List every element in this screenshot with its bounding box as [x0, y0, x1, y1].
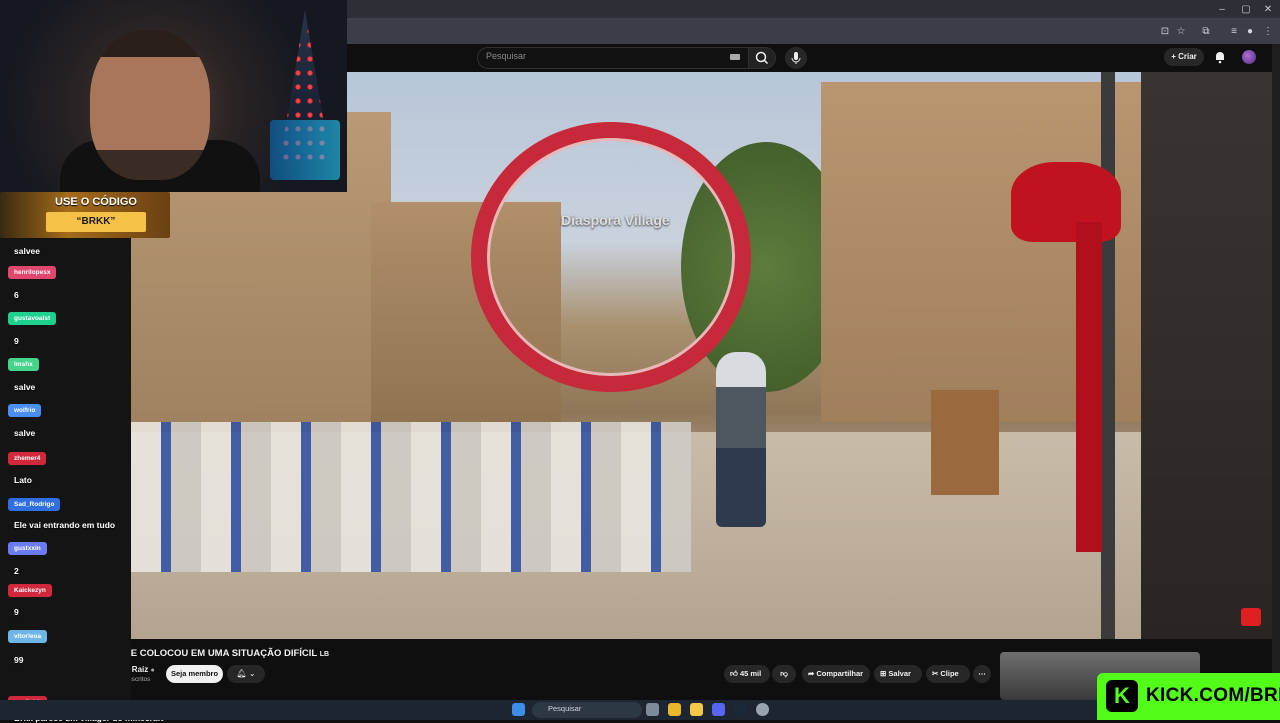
join-button[interactable]: Seja membro [166, 665, 223, 683]
chat-message: salve [14, 428, 36, 438]
page-scrollbar[interactable] [1272, 44, 1280, 700]
account-avatar[interactable] [1242, 50, 1256, 64]
dislike-button[interactable]: 👎︎ [772, 665, 796, 683]
create-label: Criar [1178, 52, 1197, 61]
chat-message: Lato [14, 475, 32, 485]
bookmark-star-icon[interactable]: ☆ [1175, 26, 1187, 38]
address-bar[interactable] [347, 20, 1280, 44]
voice-search-button[interactable] [785, 47, 807, 69]
video-side-panel [1141, 72, 1272, 639]
video-scene-ribbon [1076, 222, 1102, 552]
chat-message: 99 [14, 655, 24, 665]
chat-username[interactable]: gustavoalst [8, 312, 57, 325]
video-scene-wheel [471, 122, 751, 392]
profile-icon[interactable]: ● [1244, 26, 1256, 38]
chat-username[interactable]: Kaickezyn [8, 584, 52, 597]
subscribed-button[interactable]: 🔔︎ ⌄ [227, 665, 265, 683]
webcam-face [90, 30, 210, 180]
chat-message: 6 [14, 290, 19, 300]
chat-message: Ele vai entrando em tudo [14, 520, 116, 530]
keyboard-icon[interactable] [730, 54, 740, 60]
kick-logo-icon: K [1106, 680, 1138, 712]
chat-username[interactable]: vitorleoa [8, 630, 48, 643]
youtube-watermark-icon [1241, 608, 1261, 626]
webcam-light [270, 120, 340, 180]
chat-message: 2 [14, 566, 19, 576]
windows-start-icon[interactable] [512, 703, 525, 716]
share-button[interactable]: ➦ Compartilhar [802, 665, 870, 683]
promo-code: “BRKK” [76, 216, 116, 227]
obs-icon[interactable] [756, 703, 769, 716]
search-icon [755, 51, 769, 65]
chat-username[interactable]: henrilopesx [8, 266, 57, 279]
share-label: Compartilhar [816, 669, 864, 678]
chat-username[interactable]: zhemer4 [8, 452, 47, 465]
clip-button[interactable]: ✂ Clipe [926, 665, 970, 683]
task-view-icon[interactable] [646, 703, 659, 716]
taskbar-search-label: Pesquisar [548, 704, 582, 713]
scissors-icon: ✂ [932, 669, 939, 678]
create-button[interactable]: + Criar [1164, 48, 1204, 66]
promo-line: USE O CÓDIGO [55, 196, 137, 208]
video-scene-planter [931, 390, 999, 495]
menu-kebab-icon[interactable]: ⋮ [1262, 26, 1274, 38]
video-title-suffix: LB [319, 651, 330, 658]
more-actions-button[interactable]: ⋯ [973, 665, 991, 683]
clip-label: Clipe [940, 669, 959, 678]
chat-username[interactable]: wolfrio [8, 404, 42, 417]
chat-message: 9 [14, 336, 19, 346]
chat-username[interactable]: lmshx [8, 358, 39, 371]
bell-icon [1216, 52, 1224, 64]
chat-message: salve [14, 382, 36, 392]
video-scene-lamp [1101, 72, 1115, 639]
save-button[interactable]: ⊞ Salvar [874, 665, 922, 683]
chrome-icon[interactable] [668, 703, 681, 716]
chat-message: 9 [14, 607, 19, 617]
verified-icon: ● [150, 667, 155, 674]
kick-url: KICK.COM/BRKK [1146, 685, 1280, 706]
discord-icon[interactable] [712, 703, 725, 716]
more-icon: ⋯ [978, 669, 986, 678]
media-icon[interactable]: ≡ [1228, 26, 1240, 38]
video-scene-sign: Diaspora Village [561, 212, 670, 228]
like-count: 45 mil [739, 669, 762, 678]
notifications-button[interactable] [1213, 50, 1227, 64]
file-explorer-icon[interactable] [690, 703, 703, 716]
bookmark-icon: ⊞ [880, 669, 887, 678]
maximize-button[interactable]: ▢ [1236, 3, 1256, 17]
chat-username[interactable]: Sad_Rodrigo [8, 498, 61, 511]
share-icon: ➦ [808, 669, 815, 678]
video-scene-tables [131, 422, 691, 572]
close-button[interactable]: ✕ [1258, 3, 1278, 17]
like-button[interactable]: 👍︎ 45 mil [724, 665, 770, 683]
thumbs-up-icon: 👍︎ [730, 669, 738, 678]
minimize-button[interactable]: – [1212, 3, 1232, 17]
install-icon[interactable]: ⊡ [1159, 26, 1171, 38]
chevron-down-icon: ⌄ [248, 669, 256, 678]
video-scene-person [716, 352, 766, 527]
thumbs-down-icon: 👎︎ [780, 669, 788, 678]
steam-icon[interactable] [734, 703, 747, 716]
microphone-icon [791, 52, 801, 64]
extensions-icon[interactable]: ⧉ [1200, 26, 1212, 38]
bell-icon: 🔔︎ [236, 669, 247, 678]
chat-message: salvee [14, 246, 40, 256]
video-scene-bow [1011, 162, 1121, 242]
webcam-overlay [0, 0, 347, 192]
chat-username[interactable]: gustxxin [8, 542, 47, 555]
search-button[interactable] [748, 47, 776, 69]
search-input[interactable]: Pesquisar [486, 51, 526, 61]
save-label: Salvar [888, 669, 911, 678]
